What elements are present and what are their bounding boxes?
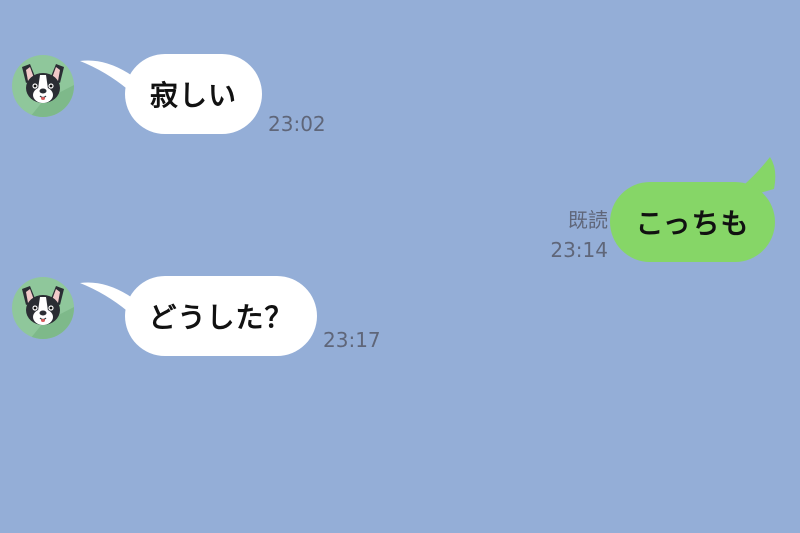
chat-view: 寂しい 23:02 こっちも 既読 23:14 どうした？ 23:17 (0, 0, 800, 533)
dog-avatar-icon (22, 64, 74, 117)
contact-avatar[interactable] (12, 55, 74, 117)
message-text: 寂しい (149, 79, 237, 112)
message-time: 23:14 (550, 238, 608, 262)
read-receipt: 既読 (568, 208, 608, 232)
message-text: こっちも (635, 207, 750, 240)
message-bubble-incoming[interactable]: どうした？ (125, 276, 317, 356)
message-bubble-incoming[interactable]: 寂しい (125, 54, 262, 134)
message-text: どうした？ (148, 301, 294, 334)
contact-avatar[interactable] (12, 277, 74, 339)
message-time: 23:02 (268, 112, 326, 136)
message-time: 23:17 (323, 328, 381, 352)
message-bubble-outgoing[interactable]: こっちも (610, 182, 775, 262)
dog-avatar-icon (22, 286, 74, 339)
